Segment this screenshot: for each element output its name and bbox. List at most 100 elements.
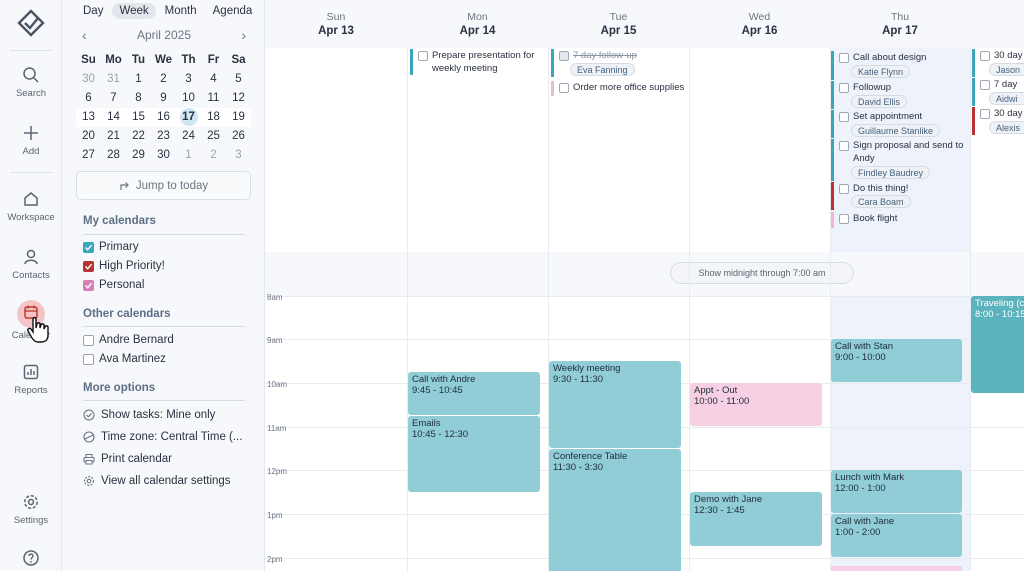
option-print[interactable]: Print calendar [83,453,172,465]
task-contact-chip[interactable]: Jason [989,63,1024,76]
mini-day-cell[interactable]: 16 [151,108,176,127]
mini-day-cell[interactable]: 3 [176,70,201,89]
checkbox-checked-icon[interactable] [83,260,94,272]
mini-day-cell[interactable]: 3 [226,146,251,165]
calendar-item-high-priority[interactable]: High Priority! [83,260,165,272]
mini-next-month-icon[interactable]: › [235,27,252,43]
event-partial[interactable] [831,566,962,571]
mini-day-cell[interactable]: 8 [126,89,151,108]
mini-day-cell[interactable]: 15 [126,108,151,127]
mini-day-cell[interactable]: 4 [201,70,226,89]
event-weekly-meeting[interactable]: Weekly meeting 9:30 - 11:30 [549,361,681,448]
task-checkbox[interactable] [839,83,849,93]
tab-agenda[interactable]: Agenda [206,3,260,19]
mini-day-cell[interactable]: 5 [226,70,251,89]
mini-day-cell[interactable]: 1 [126,70,151,89]
app-logo[interactable] [0,8,62,42]
tab-day[interactable]: Day [76,3,110,19]
mini-day-cell[interactable]: 31 [101,70,126,89]
day-header-wed[interactable]: Wed Apr 16 [689,0,830,48]
tab-month[interactable]: Month [158,3,204,19]
mini-day-cell[interactable]: 17 [176,108,201,127]
calendar-item-ava[interactable]: Ava Martinez [83,353,166,365]
mini-day-cell[interactable]: 10 [176,89,201,108]
calendar-item-personal[interactable]: Personal [83,279,144,291]
mini-day-cell[interactable]: 11 [201,89,226,108]
event-conference-table[interactable]: Conference Table 11:30 - 3:30 [549,449,681,571]
event-emails[interactable]: Emails 10:45 - 12:30 [408,416,540,492]
task-item[interactable]: Prepare presentation for weekly meeting [410,49,545,75]
day-header-sun[interactable]: Sun Apr 13 [265,0,407,48]
task-contact-chip[interactable]: Katie Flynn [851,65,911,78]
option-settings[interactable]: View all calendar settings [83,475,231,487]
option-show-tasks[interactable]: Show tasks: Mine only [83,409,215,421]
task-contact-chip[interactable]: Guillaume Stanlike [851,124,941,137]
event-call-jane[interactable]: Call with Jane 1:00 - 2:00 [831,514,962,557]
checkbox-icon[interactable] [83,334,94,346]
rail-contacts[interactable]: Contacts [0,248,62,281]
mini-day-cell[interactable]: 27 [76,146,101,165]
mini-day-cell[interactable]: 2 [151,70,176,89]
mini-day-cell[interactable]: 21 [101,127,126,146]
mini-day-cell[interactable]: 9 [151,89,176,108]
event-call-stan[interactable]: Call with Stan 9:00 - 10:00 [831,339,962,382]
task-checkbox[interactable] [980,80,990,90]
rail-search[interactable]: Search [0,66,62,99]
task-checkbox[interactable] [839,184,849,194]
mini-day-cell[interactable]: 2 [201,146,226,165]
tab-week[interactable]: Week [112,3,156,19]
task-contact-chip[interactable]: Cara Boam [851,195,911,208]
mini-day-cell[interactable]: 29 [126,146,151,165]
task-checkbox[interactable] [839,53,849,63]
mini-day-cell[interactable]: 19 [226,108,251,127]
task-item[interactable]: Order more office supplies [551,81,686,96]
mini-day-cell[interactable]: 23 [151,127,176,146]
mini-day-cell[interactable]: 14 [101,108,126,127]
task-item[interactable]: Book flight [831,212,967,228]
mini-day-cell[interactable]: 1 [176,146,201,165]
task-checkbox[interactable] [559,83,569,93]
option-time-zone[interactable]: Time zone: Central Time (... [83,431,242,443]
mini-day-cell[interactable]: 26 [226,127,251,146]
mini-day-cell[interactable]: 20 [76,127,101,146]
mini-day-cell[interactable]: 13 [76,108,101,127]
rail-help[interactable] [0,549,62,571]
event-appt-out[interactable]: Appt - Out 10:00 - 11:00 [690,383,822,426]
mini-day-cell[interactable]: 30 [76,70,101,89]
mini-day-cell[interactable]: 12 [226,89,251,108]
day-header-thu[interactable]: Thu Apr 17 [830,0,970,48]
mini-day-cell[interactable]: 25 [201,127,226,146]
calendar-item-primary[interactable]: Primary [83,241,139,253]
event-traveling[interactable]: Traveling (c 8:00 - 10:15 [971,296,1024,393]
mini-prev-month-icon[interactable]: ‹ [76,27,93,43]
jump-to-today-button[interactable]: Jump to today [76,171,251,200]
rail-settings[interactable]: Settings [0,493,62,526]
day-header-mon[interactable]: Mon Apr 14 [407,0,548,48]
day-header-tue[interactable]: Tue Apr 15 [548,0,689,48]
task-checkbox[interactable] [839,112,849,122]
task-contact-chip[interactable]: Findley Baudrey [851,166,931,179]
rail-reports[interactable]: Reports [0,363,62,396]
task-checkbox[interactable] [839,141,849,151]
mini-day-cell[interactable]: 22 [126,127,151,146]
checkbox-checked-icon[interactable] [83,279,94,291]
mini-day-cell[interactable]: 7 [101,89,126,108]
event-demo-jane[interactable]: Demo with Jane 12:30 - 1:45 [690,492,822,546]
mini-day-cell[interactable]: 6 [76,89,101,108]
checkbox-checked-icon[interactable] [83,241,94,253]
task-contact-chip[interactable]: Alexis [989,121,1024,134]
checkbox-icon[interactable] [83,353,94,365]
task-checkbox[interactable] [980,51,990,61]
rail-workspace[interactable]: Workspace [0,190,62,223]
event-call-andre[interactable]: Call with Andre 9:45 - 10:45 [408,372,540,415]
task-checkbox[interactable] [839,214,849,224]
show-midnight-button[interactable]: Show midnight through 7:00 am [670,262,854,284]
mini-day-cell[interactable]: 24 [176,127,201,146]
task-contact-chip[interactable]: David Ellis [851,95,908,108]
task-checkbox-checked[interactable] [559,51,569,61]
calendar-item-andre[interactable]: Andre Bernard [83,334,174,346]
mini-day-cell[interactable]: 18 [201,108,226,127]
task-contact-chip[interactable]: Eva Fanning [570,63,635,76]
task-checkbox[interactable] [980,109,990,119]
task-contact-chip[interactable]: Aidwi [989,92,1024,105]
